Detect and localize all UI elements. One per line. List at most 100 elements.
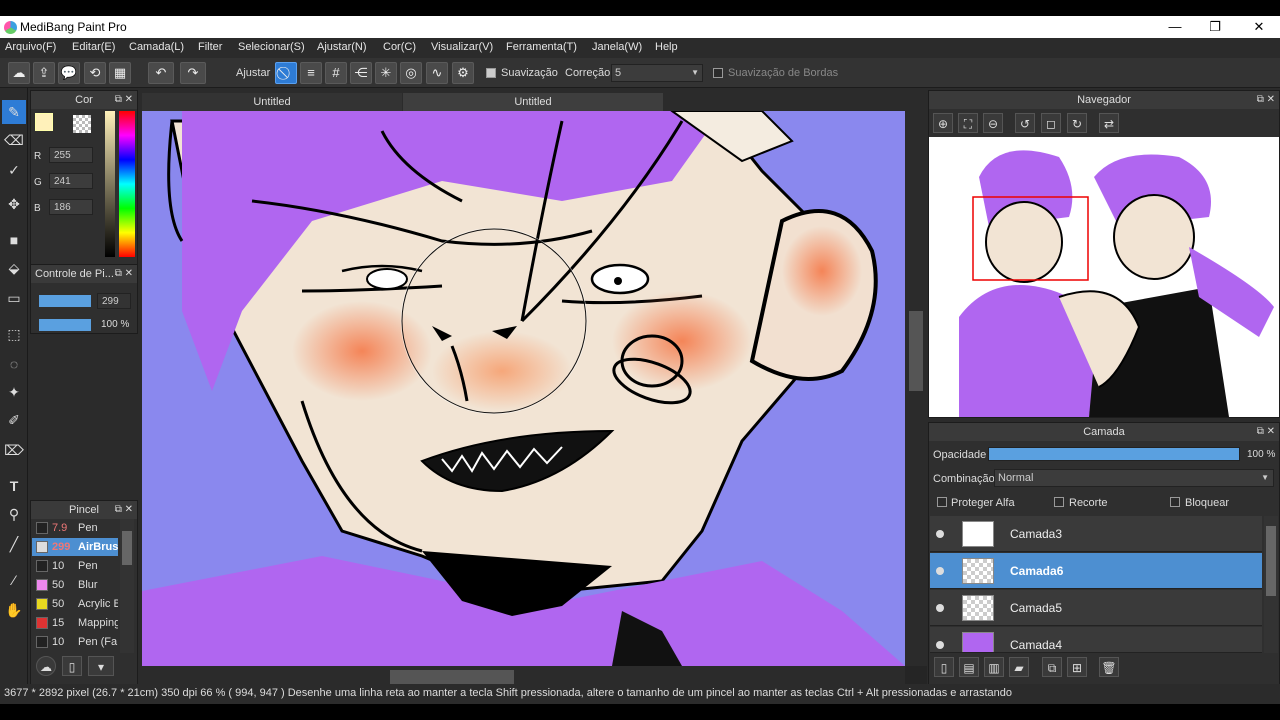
brush-item[interactable]: 7.9 Pen <box>32 519 118 537</box>
visibility-icon[interactable] <box>936 530 944 538</box>
frame-tool-icon[interactable]: ╱ <box>2 532 26 556</box>
tab-untitled-1[interactable]: Untitled <box>142 93 402 111</box>
snap-radial-icon[interactable]: ✳ <box>375 62 397 84</box>
menu-visualizar[interactable]: Visualizar(V) <box>431 41 493 53</box>
g-input[interactable]: 241 <box>49 173 93 189</box>
brush-opacity-bar[interactable] <box>39 319 91 331</box>
visibility-icon[interactable] <box>936 604 944 612</box>
canvas-vertical-scrollbar[interactable] <box>905 111 927 666</box>
snap-grid-icon[interactable]: # <box>325 62 347 84</box>
scroll-thumb[interactable] <box>122 531 132 565</box>
move-tool-icon[interactable]: ✥ <box>2 192 26 216</box>
redo-icon[interactable]: ↷ <box>180 62 206 84</box>
menu-ajustar[interactable]: Ajustar(N) <box>317 41 367 53</box>
new-layer-icon[interactable]: ▯ <box>934 657 954 677</box>
brush-size-value[interactable]: 299 <box>97 293 131 309</box>
brush-item[interactable]: 10 Pen <box>32 557 118 575</box>
correcao-select[interactable]: 5 ▼ <box>611 64 703 82</box>
cloud-brush-icon[interactable]: ☁ <box>36 656 56 676</box>
snap-perspective-icon[interactable]: ⋲ <box>350 62 372 84</box>
transparent-color-swatch[interactable] <box>73 115 91 133</box>
brightness-slider[interactable] <box>105 111 115 257</box>
panel-detach-close-icon[interactable]: ⧉ ✕ <box>1257 423 1275 441</box>
select-eraser-icon[interactable]: ⌦ <box>2 438 26 462</box>
minimize-button[interactable]: — <box>1160 18 1190 36</box>
r-input[interactable]: 255 <box>49 147 93 163</box>
visibility-icon[interactable] <box>936 641 944 649</box>
suavizacao-checkbox[interactable] <box>486 68 496 78</box>
menu-help[interactable]: Help <box>655 41 678 53</box>
menu-filter[interactable]: Filter <box>198 41 222 53</box>
snap-parallel-icon[interactable]: ≡ <box>300 62 322 84</box>
canvas-area[interactable] <box>142 111 927 688</box>
flip-icon[interactable]: ⇄ <box>1099 113 1119 133</box>
rotate-left-icon[interactable]: ↺ <box>1015 113 1035 133</box>
merge-down-icon[interactable]: ⊞ <box>1067 657 1087 677</box>
brush-item[interactable]: 50 Blur <box>32 576 118 594</box>
lock-checkbox[interactable] <box>1170 497 1180 507</box>
rotate-right-icon[interactable]: ↻ <box>1067 113 1087 133</box>
panel-detach-close-icon[interactable]: ⧉ ✕ <box>115 91 133 109</box>
comment-icon[interactable]: 💬 <box>58 62 80 84</box>
brush-item[interactable]: 50 Acrylic B <box>32 595 118 613</box>
scroll-thumb[interactable] <box>909 311 923 391</box>
snap-circle-icon[interactable]: ◎ <box>400 62 422 84</box>
text-tool-icon[interactable]: T <box>2 474 26 498</box>
panel-detach-close-icon[interactable]: ⧉ ✕ <box>115 501 133 519</box>
panel-detach-close-icon[interactable]: ⧉ ✕ <box>1257 91 1275 109</box>
new-halftone-layer-icon[interactable]: ▤ <box>959 657 979 677</box>
snap-settings-icon[interactable]: ⚙ <box>452 62 474 84</box>
brush-size-bar[interactable] <box>39 295 91 307</box>
primary-color-swatch[interactable] <box>35 113 53 131</box>
upload-icon[interactable]: ⇪ <box>33 62 55 84</box>
cloud-icon[interactable]: ☁ <box>8 62 30 84</box>
brush-item[interactable]: 10 Pen (Fa <box>32 633 118 651</box>
layer-row[interactable]: Camada3 <box>930 516 1262 552</box>
zoom-out-icon[interactable]: ⊖ <box>983 113 1003 133</box>
menu-editar[interactable]: Editar(E) <box>72 41 115 53</box>
navigator-preview[interactable] <box>929 137 1279 417</box>
hue-slider[interactable] <box>119 111 135 257</box>
menu-cor[interactable]: Cor(C) <box>383 41 416 53</box>
dot-tool-icon[interactable]: ✓ <box>2 158 26 182</box>
layer-opacity-slider[interactable] <box>988 447 1240 461</box>
select-rect-tool-icon[interactable]: ⬚ <box>2 322 26 346</box>
blend-mode-select[interactable]: Normal ▼ <box>994 469 1274 487</box>
select-pen-icon[interactable]: ✐ <box>2 408 26 432</box>
layer-row[interactable]: Camada5 <box>930 590 1262 626</box>
fit-screen-icon[interactable]: ⛶ <box>958 113 978 133</box>
scroll-thumb[interactable] <box>1266 526 1276 596</box>
brush-list-scrollbar[interactable] <box>120 519 134 653</box>
zoom-in-icon[interactable]: ⊕ <box>933 113 953 133</box>
new-folder-icon[interactable]: ▰ <box>1009 657 1029 677</box>
scroll-thumb[interactable] <box>390 670 514 684</box>
menu-camada[interactable]: Camada(L) <box>129 41 184 53</box>
brush-item-selected[interactable]: 299 AirBrush <box>32 538 118 556</box>
lasso-tool-icon[interactable]: ◌ <box>2 352 26 376</box>
maximize-button[interactable]: ❐ <box>1200 18 1230 36</box>
panel-detach-close-icon[interactable]: ⧉ ✕ <box>115 265 133 283</box>
menu-arquivo[interactable]: Arquivo(F) <box>5 41 56 53</box>
visibility-icon[interactable] <box>936 567 944 575</box>
brush-tool-icon[interactable]: ✎ <box>2 100 26 124</box>
fill-rect-tool-icon[interactable]: ■ <box>2 228 26 252</box>
new-brush-icon[interactable]: ▯ <box>62 656 82 676</box>
magic-wand-icon[interactable]: ✦ <box>2 380 26 404</box>
eyedropper-tool-icon[interactable]: ⁄ <box>2 568 26 592</box>
close-button[interactable]: ✕ <box>1244 18 1274 36</box>
undo-icon[interactable]: ↶ <box>148 62 174 84</box>
drawing-canvas[interactable] <box>142 111 905 666</box>
operation-tool-icon[interactable]: ⚲ <box>2 502 26 526</box>
layer-row[interactable]: Camada4 <box>930 627 1262 653</box>
hand-tool-icon[interactable]: ✋ <box>2 598 26 622</box>
b-input[interactable]: 186 <box>49 199 93 215</box>
layer-row-selected[interactable]: Camada6 <box>930 553 1262 589</box>
menu-selecionar[interactable]: Selecionar(S) <box>238 41 305 53</box>
eraser-tool-icon[interactable]: ⌫ <box>2 128 26 152</box>
clip-checkbox[interactable] <box>1054 497 1064 507</box>
snap-off-icon[interactable]: ⃠ <box>275 62 297 84</box>
brush-menu-icon[interactable]: ▾ <box>88 656 114 676</box>
protect-alpha-checkbox[interactable] <box>937 497 947 507</box>
actual-size-icon[interactable]: ◻ <box>1041 113 1061 133</box>
grid-menu-icon[interactable]: ▦ <box>109 62 131 84</box>
